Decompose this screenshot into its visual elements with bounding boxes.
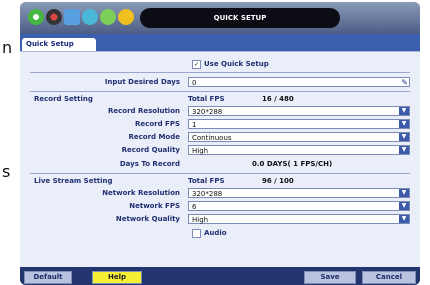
record-setting-section-label: Record Setting xyxy=(34,95,93,103)
days-to-record-label: Days To Record xyxy=(119,160,180,168)
window-title: QUICK SETUP xyxy=(140,8,340,28)
chevron-down-icon[interactable]: ▼ xyxy=(399,146,409,154)
live-total-fps-label: Total FPS xyxy=(188,177,225,185)
record-resolution-label: Record Resolution xyxy=(107,107,180,115)
help-button[interactable]: Help xyxy=(92,271,142,284)
record-resolution-select[interactable]: 320*288 ▼ xyxy=(188,106,410,116)
chevron-down-icon[interactable]: ▼ xyxy=(399,107,409,115)
chevron-down-icon[interactable]: ▼ xyxy=(399,215,409,223)
use-quick-setup-checkbox[interactable]: ✓ xyxy=(192,60,201,69)
side-text-s: s xyxy=(2,162,11,181)
record-mode-label: Record Mode xyxy=(128,133,180,141)
chevron-down-icon[interactable]: ▼ xyxy=(399,202,409,210)
button-bar: Default Help Save Cancel xyxy=(20,267,420,285)
record-quality-value: High xyxy=(192,147,209,155)
input-desired-days-label: Input Desired Days xyxy=(104,78,180,86)
settings-icon[interactable] xyxy=(118,9,134,25)
network-resolution-label: Network Resolution xyxy=(102,189,180,197)
audio-checkbox[interactable] xyxy=(192,229,201,238)
tab-quick-setup[interactable]: Quick Setup xyxy=(22,38,96,51)
record-icon[interactable] xyxy=(46,9,62,25)
search-icon[interactable] xyxy=(82,9,98,25)
days-to-record-value: 0.0 DAYS( 1 FPS/CH) xyxy=(252,160,333,168)
quick-setup-window: QUICK SETUP Quick Setup ✓ Use Quick Setu… xyxy=(20,2,420,285)
input-desired-days-field[interactable]: 0 ✎ xyxy=(188,77,410,87)
network-icon[interactable] xyxy=(100,9,116,25)
live-total-fps-value: 96 / 100 xyxy=(262,177,294,185)
settings-panel: ✓ Use Quick Setup Input Desired Days 0 ✎… xyxy=(20,51,420,268)
status-icon[interactable] xyxy=(28,9,44,25)
chevron-down-icon[interactable]: ▼ xyxy=(399,189,409,197)
divider xyxy=(30,72,410,73)
network-quality-select[interactable]: High ▼ xyxy=(188,214,410,224)
default-button[interactable]: Default xyxy=(24,271,72,284)
audio-label: Audio xyxy=(204,229,227,237)
side-text-n: n xyxy=(2,38,13,57)
pencil-icon[interactable]: ✎ xyxy=(401,78,408,88)
use-quick-setup-label: Use Quick Setup xyxy=(204,60,269,68)
calendar-icon[interactable] xyxy=(64,9,80,25)
record-mode-select[interactable]: Continuous ▼ xyxy=(188,132,410,142)
divider xyxy=(30,173,410,174)
record-fps-value: 1 xyxy=(192,121,197,129)
network-resolution-select[interactable]: 320*288 ▼ xyxy=(188,188,410,198)
record-fps-select[interactable]: 1 ▼ xyxy=(188,119,410,129)
live-stream-section-label: Live Stream Setting xyxy=(34,177,113,185)
record-total-fps-label: Total FPS xyxy=(188,95,225,103)
record-quality-select[interactable]: High ▼ xyxy=(188,145,410,155)
record-resolution-value: 320*288 xyxy=(192,108,223,116)
tab-bar: Quick Setup xyxy=(20,34,420,51)
chevron-down-icon[interactable]: ▼ xyxy=(399,120,409,128)
network-fps-select[interactable]: 6 ▼ xyxy=(188,201,410,211)
chevron-down-icon[interactable]: ▼ xyxy=(399,133,409,141)
record-total-fps-value: 16 / 480 xyxy=(262,95,294,103)
title-bar: QUICK SETUP xyxy=(20,2,420,34)
network-fps-value: 6 xyxy=(192,203,197,211)
input-desired-days-value: 0 xyxy=(192,79,197,87)
divider xyxy=(30,91,410,92)
record-quality-label: Record Quality xyxy=(121,146,180,154)
record-fps-label: Record FPS xyxy=(135,120,180,128)
network-quality-value: High xyxy=(192,216,209,224)
cancel-button[interactable]: Cancel xyxy=(362,271,416,284)
network-resolution-value: 320*288 xyxy=(192,190,223,198)
save-button[interactable]: Save xyxy=(304,271,356,284)
record-mode-value: Continuous xyxy=(192,134,232,142)
network-fps-label: Network FPS xyxy=(129,202,180,210)
network-quality-label: Network Quality xyxy=(115,215,180,223)
